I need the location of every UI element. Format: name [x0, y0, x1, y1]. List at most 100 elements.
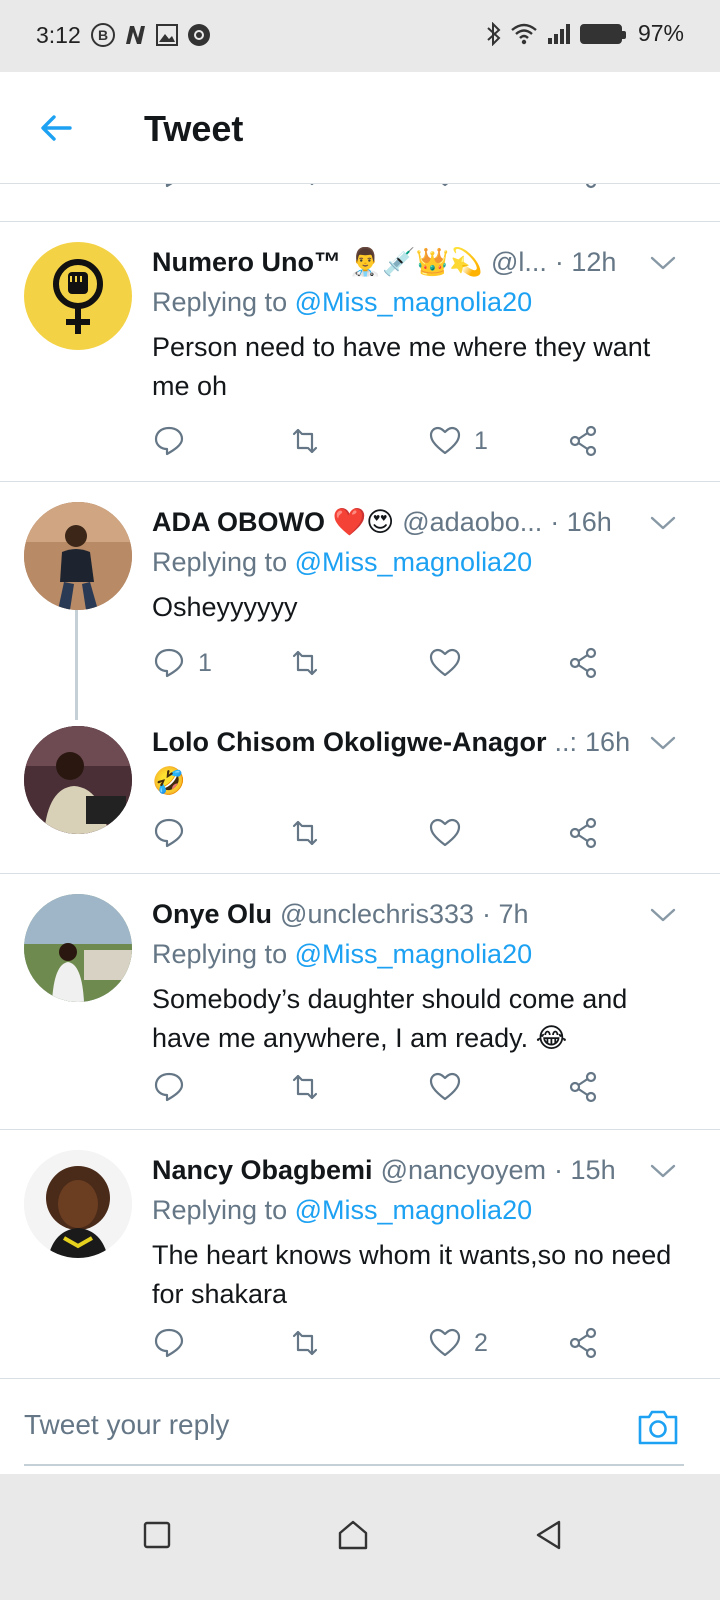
retweet-button[interactable]	[288, 1326, 334, 1360]
retweet-button[interactable]	[288, 816, 334, 850]
avatar[interactable]	[24, 726, 132, 834]
tweet[interactable]: Nancy Obagbemi @nancyoyem · 15h Replying…	[0, 1130, 720, 1386]
camera-icon[interactable]	[636, 1407, 680, 1447]
reply-button[interactable]	[152, 1326, 198, 1360]
reply-icon	[154, 818, 184, 848]
like-button[interactable]: 2	[428, 1326, 488, 1360]
tweet-time: · 7h	[482, 898, 529, 929]
author-name[interactable]: Onye Olu	[152, 899, 272, 930]
share-icon	[569, 425, 597, 457]
back-triangle-icon[interactable]	[532, 1518, 566, 1552]
chrome-icon	[188, 24, 210, 46]
avatar[interactable]	[24, 242, 132, 350]
retweet-icon	[292, 1330, 318, 1356]
n-icon	[126, 26, 145, 44]
like-count: 1	[474, 426, 488, 455]
battery-icon	[579, 23, 626, 44]
recents-square-icon[interactable]	[140, 1518, 174, 1552]
reply-button[interactable]	[152, 1070, 198, 1104]
author-name[interactable]: Lolo Chisom Okoligwe-Anagor	[152, 727, 547, 758]
reply-composer: Tweet your reply	[0, 1378, 720, 1474]
tweet-time: 16h	[585, 726, 631, 757]
reply-button[interactable]	[152, 816, 198, 850]
like-button[interactable]	[428, 646, 474, 680]
reply-button[interactable]	[152, 184, 186, 190]
status-bar: 3:12 B 97%	[0, 0, 720, 72]
avatar[interactable]	[24, 1150, 132, 1258]
share-button[interactable]	[566, 816, 600, 850]
back-arrow-icon[interactable]	[36, 108, 76, 148]
author-name[interactable]: ADA OBOWO ❤️😍	[152, 506, 394, 538]
tweet-actions: 1	[152, 424, 622, 464]
tweet-time: · 12h	[554, 246, 617, 277]
feminist-fist-icon	[53, 259, 103, 334]
tweet-text: Osheyyyyyy	[152, 592, 298, 622]
retweet-button[interactable]	[288, 646, 334, 680]
b-circle-icon: B	[91, 23, 115, 47]
reply-icon	[154, 426, 184, 456]
like-button[interactable]	[428, 1070, 474, 1104]
share-button[interactable]	[566, 1326, 600, 1360]
status-time: 3:12	[36, 22, 81, 48]
share-button[interactable]	[566, 646, 600, 680]
retweet-button[interactable]	[288, 1070, 334, 1104]
tweet-actions: 2	[152, 1326, 622, 1366]
page-title: Tweet	[144, 108, 244, 149]
tweet-text: 🤣	[152, 766, 186, 796]
chevron-down-icon[interactable]	[648, 252, 678, 274]
retweet-button[interactable]	[288, 424, 334, 458]
avatar[interactable]	[24, 894, 132, 1002]
replying-to-prefix: Replying to	[152, 287, 295, 317]
replying-to-prefix: Replying to	[152, 547, 295, 577]
chevron-down-icon[interactable]	[648, 732, 678, 754]
chevron-down-icon[interactable]	[648, 1160, 678, 1182]
avatar[interactable]	[24, 502, 132, 610]
share-icon	[569, 817, 597, 849]
replying-to: Replying to @Miss_magnolia20	[152, 547, 532, 578]
gallery-icon	[156, 24, 178, 46]
mention-link[interactable]: @Miss_magnolia20	[295, 287, 533, 317]
profile-photo	[24, 894, 132, 1002]
tweet-actions	[152, 816, 622, 856]
share-icon	[569, 1071, 597, 1103]
author-handle: ..:	[554, 726, 578, 757]
tweet-thread[interactable]: ADA OBOWO ❤️😍 @adaobo... · 16h Replying …	[0, 482, 720, 874]
like-button[interactable]	[428, 184, 462, 190]
share-button[interactable]	[566, 424, 600, 458]
battery-percent: 97%	[637, 20, 684, 46]
retweet-icon	[292, 820, 318, 846]
reply-input[interactable]: Tweet your reply	[24, 1409, 229, 1441]
profile-photo	[24, 726, 132, 834]
share-button[interactable]	[566, 1070, 600, 1104]
retweet-button[interactable]	[288, 184, 322, 190]
tweet-time: · 16h	[550, 506, 612, 537]
author-handle: @unclechris333	[280, 898, 475, 929]
tweet-text: Somebody’s daughter should come and have…	[152, 984, 628, 1053]
heart-icon	[429, 648, 461, 677]
like-button[interactable]	[428, 816, 474, 850]
author-handle: @nancyoyem	[380, 1154, 547, 1185]
tweet[interactable]: Numero Uno™ 👨‍⚕️💉👑💫 @l... · 12h Replying…	[0, 222, 720, 482]
reply-icon	[154, 1072, 184, 1102]
heart-icon	[429, 426, 461, 455]
tweet[interactable]: Onye Olu @unclechris333 · 7h Replying to…	[0, 874, 720, 1130]
reply-input-underline	[24, 1464, 684, 1466]
share-button[interactable]	[566, 184, 600, 190]
replying-to-prefix: Replying to	[152, 1195, 295, 1225]
author-name[interactable]: Numero Uno™ 👨‍⚕️💉👑💫	[152, 246, 483, 278]
author-name[interactable]: Nancy Obagbemi	[152, 1155, 373, 1186]
tweet-text: The heart knows whom it wants,so no need…	[152, 1240, 672, 1309]
chevron-down-icon[interactable]	[648, 904, 678, 926]
like-button[interactable]: 1	[428, 424, 488, 458]
mention-link[interactable]: @Miss_magnolia20	[295, 939, 533, 969]
previous-tweet-actions	[0, 184, 720, 222]
tweet-replies-list[interactable]: Numero Uno™ 👨‍⚕️💉👑💫 @l... · 12h Replying…	[0, 184, 720, 1402]
home-icon[interactable]	[336, 1518, 370, 1552]
reply-button[interactable]: 1	[152, 646, 212, 680]
retweet-icon	[292, 650, 318, 676]
chevron-down-icon[interactable]	[648, 512, 678, 534]
mention-link[interactable]: @Miss_magnolia20	[295, 547, 533, 577]
mention-link[interactable]: @Miss_magnolia20	[295, 1195, 533, 1225]
retweet-icon	[292, 1074, 318, 1100]
reply-button[interactable]	[152, 424, 198, 458]
